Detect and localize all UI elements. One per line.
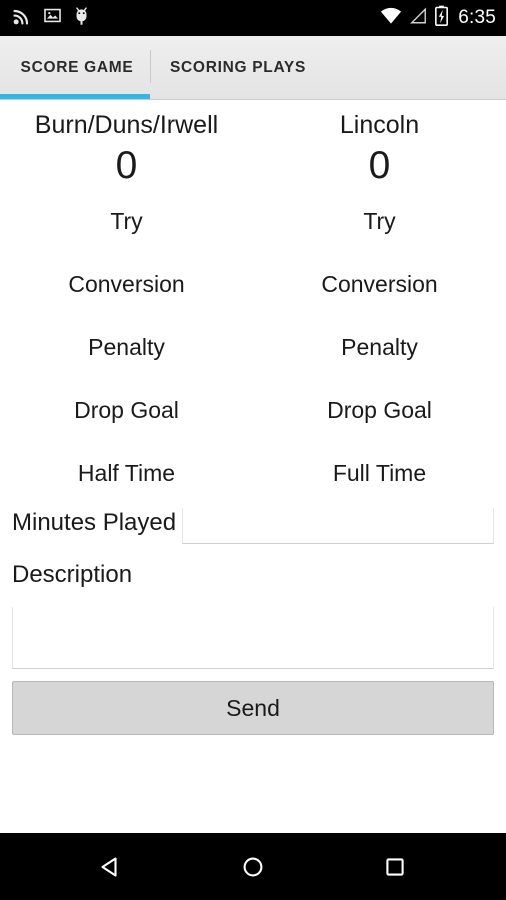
home-conversion-button[interactable]: Conversion [0,253,253,316]
tab-scoring-plays[interactable]: SCORING PLAYS [150,36,306,99]
tab-bar: SCORE GAME SCORING PLAYS [0,36,506,100]
home-drop-goal-button[interactable]: Drop Goal [0,379,253,442]
tab-active-indicator [0,94,150,99]
team-column-home: Burn/Duns/Irwell 0 Try Conversion Penalt… [0,100,253,505]
minutes-played-label: Minutes Played [12,509,177,537]
home-try-button[interactable]: Try [0,190,253,253]
team-name-home: Burn/Duns/Irwell [34,111,219,139]
team-score-away: 0 [368,143,391,187]
status-bar-right-icons: 6:35 [380,5,496,31]
team-score-home: 0 [115,143,138,187]
status-bar-clock: 6:35 [458,7,496,28]
description-label: Description [12,561,133,589]
team-column-away: Lincoln 0 Try Conversion Penalty Drop Go… [253,100,506,505]
status-bar-left-icons [12,6,90,31]
tab-score-game-label: SCORE GAME [20,58,134,76]
description-label-row: Description [12,557,494,607]
home-penalty-button[interactable]: Penalty [0,316,253,379]
score-entry-form: Minutes Played Description Send [0,505,506,736]
cast-icon [12,6,32,31]
android-debug-icon [73,6,90,31]
away-try-button[interactable]: Try [253,190,506,253]
score-game-panel: Burn/Duns/Irwell 0 Try Conversion Penalt… [0,100,506,736]
description-input[interactable] [12,607,494,670]
half-time-button[interactable]: Half Time [0,442,253,505]
wifi-icon [380,7,402,30]
away-drop-goal-button[interactable]: Drop Goal [253,379,506,442]
team-name-away: Lincoln [339,111,420,139]
image-icon [43,6,62,30]
full-time-button[interactable]: Full Time [253,442,506,505]
minutes-played-row: Minutes Played [12,505,494,555]
battery-charging-icon [435,5,449,31]
away-penalty-button[interactable]: Penalty [253,316,506,379]
recents-icon[interactable] [365,844,425,890]
tab-scoring-plays-label: SCORING PLAYS [170,58,306,76]
status-bar: 6:35 [0,0,506,36]
back-icon[interactable] [81,844,141,890]
send-button[interactable]: Send [12,681,494,736]
minutes-played-input[interactable] [182,508,494,545]
score-grid: Burn/Duns/Irwell 0 Try Conversion Penalt… [0,100,506,505]
cellular-signal-icon [409,7,428,30]
home-icon[interactable] [223,844,283,890]
tab-score-game[interactable]: SCORE GAME [0,36,150,99]
away-conversion-button[interactable]: Conversion [253,253,506,316]
android-navigation-bar [0,833,506,900]
